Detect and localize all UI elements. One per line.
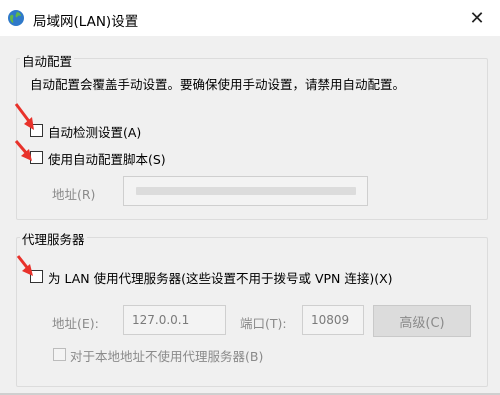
globe-icon (8, 10, 24, 26)
use-script-label[interactable]: 使用自动配置脚本(S) (48, 149, 166, 168)
blurred-address-text (136, 187, 356, 195)
proxy-port-field[interactable]: 10809 (302, 305, 364, 335)
script-address-field[interactable] (123, 176, 368, 206)
close-button[interactable]: ✕ (454, 0, 500, 36)
bypass-local-label[interactable]: 对于本地地址不使用代理服务器(B) (70, 346, 263, 365)
window-title: 局域网(LAN)设置 (33, 14, 139, 30)
title-bar: 局域网(LAN)设置 ✕ (0, 0, 500, 36)
auto-detect-label[interactable]: 自动检测设置(A) (48, 122, 141, 141)
bypass-local-checkbox[interactable] (53, 348, 66, 361)
annotation-arrow-icon (14, 103, 34, 130)
use-proxy-label[interactable]: 为 LAN 使用代理服务器(这些设置不用于拨号或 VPN 连接)(X) (48, 268, 393, 287)
annotation-arrow-icon (14, 140, 32, 161)
advanced-button[interactable]: 高级(C) (373, 305, 471, 337)
auto-config-group-title: 自动配置 (20, 51, 75, 70)
close-icon: ✕ (469, 7, 485, 29)
proxy-address-field[interactable]: 127.0.0.1 (123, 305, 226, 335)
annotation-arrow-icon (16, 255, 33, 276)
script-address-label: 地址(R) (52, 187, 96, 202)
proxy-port-label: 端口(T): (240, 316, 287, 331)
auto-config-description: 自动配置会覆盖手动设置。要确保使用手动设置，请禁用自动配置。 (30, 77, 406, 92)
proxy-address-label: 地址(E): (52, 316, 99, 331)
proxy-group-title: 代理服务器 (20, 229, 87, 248)
